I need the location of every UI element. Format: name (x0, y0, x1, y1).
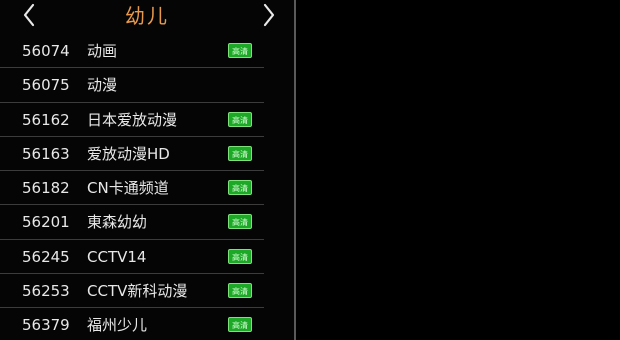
hd-badge: 高清 (228, 248, 252, 264)
channel-name: 动画 (87, 42, 118, 60)
chevron-left-icon[interactable] (18, 2, 42, 28)
hd-badge: 高清 (228, 317, 252, 333)
channel-name: 東森幼幼 (87, 213, 148, 232)
hd-badge: 高清 (228, 180, 252, 196)
channel-row[interactable]: 56253 CCTV新科动漫 高清 (0, 274, 294, 309)
channel-name: 爱放动漫HD (87, 144, 170, 163)
channel-row[interactable]: 56201 東森幼幼 高清 (0, 205, 294, 241)
channel-number: 56253 (22, 282, 70, 301)
tv-channel-screen: 幼儿 56074 动画 高清 56075 动漫 56162 日本爱放动漫 高清 (0, 0, 620, 340)
channel-number: 56074 (22, 42, 70, 60)
channel-list-panel: 幼儿 56074 动画 高清 56075 动漫 56162 日本爱放动漫 高清 (0, 0, 294, 340)
category-header: 幼儿 (0, 0, 294, 32)
hd-badge: 高清 (228, 111, 252, 127)
hd-badge: 高清 (228, 283, 252, 299)
channel-number: 56201 (22, 213, 70, 232)
channel-row[interactable]: 56245 CCTV14 高清 (0, 240, 294, 275)
channel-number: 56162 (22, 110, 70, 129)
channel-name: 动漫 (87, 76, 118, 95)
channel-number: 56075 (22, 76, 70, 95)
chevron-right-icon[interactable] (256, 2, 280, 28)
channel-name: CCTV新科动漫 (87, 282, 188, 301)
panel-divider (294, 0, 296, 340)
channel-number: 56379 (22, 316, 70, 335)
channel-number: 56182 (22, 179, 70, 198)
channel-list: 56074 动画 高清 56075 动漫 56162 日本爱放动漫 高清 561… (0, 34, 294, 340)
hd-badge: 高清 (228, 43, 252, 58)
channel-name: 福州少儿 (87, 316, 148, 335)
channel-name: 日本爱放动漫 (87, 110, 178, 129)
channel-row[interactable]: 56074 动画 高清 (0, 34, 294, 69)
hd-badge: 高清 (228, 214, 252, 230)
channel-name: CCTV14 (87, 247, 147, 266)
channel-name: CN卡通频道 (87, 179, 169, 198)
category-title: 幼儿 (125, 4, 169, 28)
channel-row[interactable]: 56182 CN卡通频道 高清 (0, 171, 294, 206)
channel-row[interactable]: 56162 日本爱放动漫 高清 (0, 103, 294, 138)
channel-number: 56163 (22, 144, 70, 163)
channel-row[interactable]: 56075 动漫 (0, 68, 294, 103)
hd-badge: 高清 (228, 145, 252, 161)
channel-row[interactable]: 56163 爱放动漫HD 高清 (0, 137, 294, 172)
channel-number: 56245 (22, 247, 70, 266)
channel-row[interactable]: 56379 福州少儿 高清 (0, 308, 294, 340)
